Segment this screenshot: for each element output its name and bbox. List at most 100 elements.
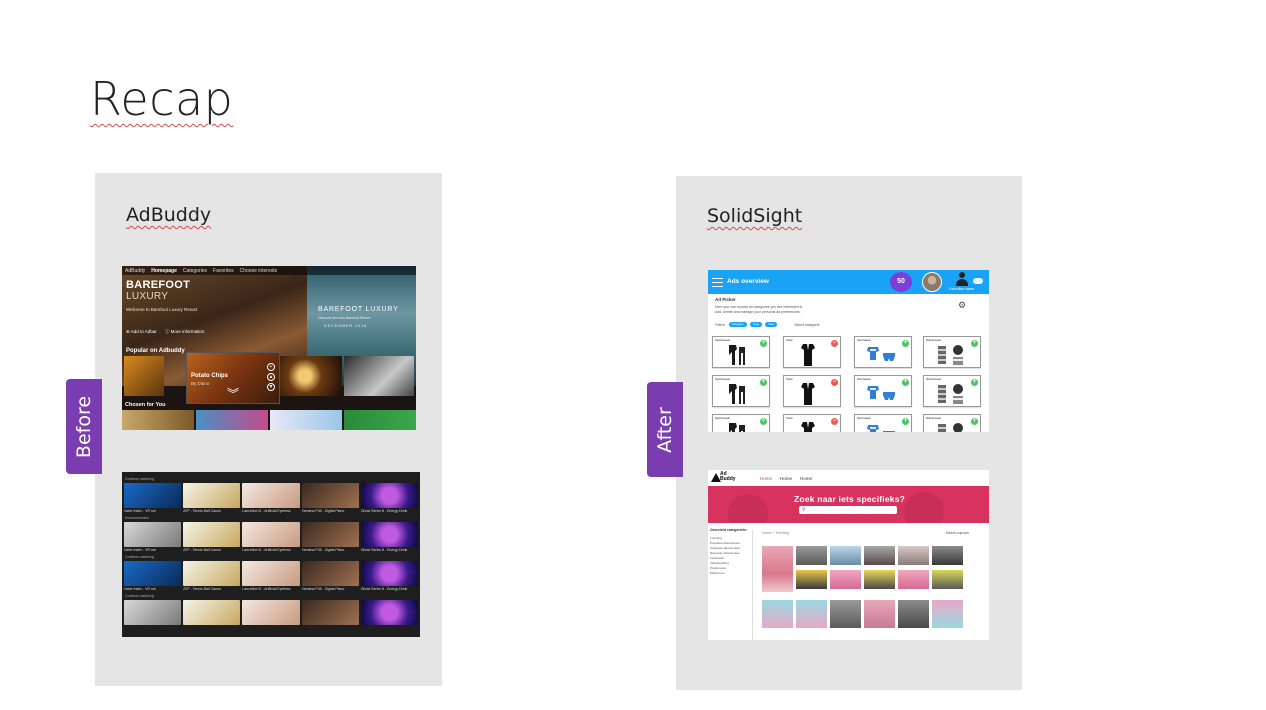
filter-chip[interactable]: Category	[728, 322, 747, 327]
ad-tile[interactable]	[796, 570, 827, 589]
nav-link[interactable]: Home	[800, 476, 812, 481]
ad-tile[interactable]	[830, 570, 861, 589]
ad-card-label: Suits	[786, 377, 793, 381]
ad-card[interactable]: Sportswear +	[712, 336, 770, 368]
add-icon[interactable]: +	[760, 418, 767, 425]
sort-select[interactable]: Meest populair	[946, 531, 969, 535]
video-thumbnail[interactable]	[183, 483, 241, 508]
ad-card[interactable]: Suits −	[783, 375, 841, 407]
video-thumbnail[interactable]	[242, 600, 300, 625]
video-thumbnail[interactable]	[301, 600, 359, 625]
video-thumbnail[interactable]	[242, 483, 300, 508]
ad-card[interactable]: Swimwear +	[854, 336, 912, 368]
ad-thumbnail[interactable]	[270, 410, 342, 430]
gear-icon[interactable]: ⚙	[958, 300, 966, 311]
nav-link[interactable]: Home	[760, 476, 772, 481]
add-icon[interactable]: +	[902, 340, 909, 347]
video-thumbnail[interactable]	[360, 483, 419, 508]
category-select[interactable]: Select categorie:	[794, 323, 820, 327]
add-button[interactable]: ⊕ Add to Adbar	[126, 329, 157, 335]
ad-thumbnail[interactable]	[280, 356, 342, 396]
ad-card[interactable]: Sportswear +	[712, 375, 770, 407]
ad-card[interactable]: Suits −	[783, 414, 841, 432]
add-icon[interactable]: +	[902, 418, 909, 425]
ad-card[interactable]: Winterwear +	[923, 336, 981, 368]
ad-tile[interactable]	[932, 600, 963, 628]
chevron-down-icon[interactable]: ︾	[227, 388, 239, 400]
nav-choose-interests[interactable]: Choose interests	[240, 268, 278, 274]
video-thumbnail[interactable]	[124, 561, 182, 586]
ad-tile[interactable]	[932, 546, 963, 565]
video-thumbnail[interactable]	[242, 522, 300, 547]
video-thumbnail[interactable]	[183, 522, 241, 547]
video-thumbnail[interactable]	[360, 600, 419, 625]
video-thumbnail[interactable]	[301, 561, 359, 586]
add-icon[interactable]: +	[971, 379, 978, 386]
menu-icon[interactable]	[712, 278, 723, 287]
ad-tile[interactable]	[864, 546, 895, 565]
ad-thumbnail[interactable]	[122, 410, 194, 430]
video-thumbnail[interactable]	[242, 561, 300, 586]
ad-tile[interactable]	[830, 546, 861, 565]
ad-tile[interactable]	[796, 600, 827, 628]
product-image	[794, 421, 824, 432]
ad-card[interactable]: Suits −	[783, 336, 841, 368]
thumbs-down-icon[interactable]: ▼	[267, 383, 275, 391]
ad-tile[interactable]	[796, 546, 827, 565]
add-icon[interactable]: +	[760, 340, 767, 347]
remove-icon[interactable]: −	[831, 340, 838, 347]
ad-tile[interactable]	[864, 600, 895, 628]
add-icon[interactable]: +	[971, 418, 978, 425]
video-thumbnail[interactable]	[124, 483, 182, 508]
thumbs-up-icon[interactable]: ▲	[267, 373, 275, 381]
ad-tile[interactable]	[898, 546, 929, 565]
nav-logo[interactable]: AdBuddy	[125, 268, 145, 274]
nav-homepage[interactable]: Homepage	[151, 268, 177, 274]
video-thumbnail[interactable]	[360, 561, 419, 586]
remove-icon[interactable]: −	[831, 379, 838, 386]
logo-text: Ad Buddy	[720, 471, 736, 482]
remove-icon[interactable]: −	[831, 418, 838, 425]
video-thumbnail[interactable]	[183, 561, 241, 586]
nav-categories[interactable]: Categories	[183, 268, 207, 274]
ad-tile-featured[interactable]	[762, 546, 793, 592]
filter-chip[interactable]: Type	[749, 322, 763, 327]
video-thumbnail[interactable]	[301, 522, 359, 547]
ad-card[interactable]: Winterwear +	[923, 375, 981, 407]
nav-link[interactable]: Home	[780, 476, 792, 481]
logo[interactable]: Ad Buddy	[711, 472, 741, 484]
toggle-switch[interactable]	[973, 278, 983, 284]
ad-thumbnail[interactable]	[196, 410, 268, 430]
nav-favorites[interactable]: Favorites	[213, 268, 234, 274]
ad-tile[interactable]	[898, 600, 929, 628]
sidebar-item[interactable]: Platformen	[710, 571, 752, 576]
video-thumbnail[interactable]	[124, 522, 182, 547]
ad-tile[interactable]	[830, 600, 861, 628]
add-icon[interactable]: +	[902, 379, 909, 386]
ad-thumbnail[interactable]	[344, 410, 416, 430]
ad-preview-popup[interactable]: Potato Chips By Dlano + ▲ ▼ ︾	[186, 352, 280, 404]
avatar[interactable]	[922, 272, 942, 292]
add-icon[interactable]: +	[760, 379, 767, 386]
add-icon[interactable]: +	[267, 363, 275, 371]
ad-card[interactable]: Sportswear +	[712, 414, 770, 432]
search-input[interactable]: ⚲	[799, 506, 897, 514]
video-thumbnail[interactable]	[124, 600, 182, 625]
ad-thumbnail[interactable]	[124, 356, 164, 396]
adbuddy-video-grid-screenshot: Continue watching Valve Index - VR set A…	[122, 472, 420, 637]
ad-card[interactable]: Swimwear +	[854, 414, 912, 432]
video-thumbnail[interactable]	[301, 483, 359, 508]
ad-tile[interactable]	[864, 570, 895, 589]
video-thumbnail[interactable]	[360, 522, 419, 547]
user-icon[interactable]	[955, 271, 969, 287]
add-icon[interactable]: +	[971, 340, 978, 347]
ad-card[interactable]: Winterwear +	[923, 414, 981, 432]
ad-thumbnail[interactable]	[344, 356, 414, 396]
ad-tile[interactable]	[762, 600, 793, 628]
ad-card[interactable]: Swimwear +	[854, 375, 912, 407]
filter-chip[interactable]: New	[765, 322, 778, 327]
ad-tile[interactable]	[898, 570, 929, 589]
video-thumbnail[interactable]	[183, 600, 241, 625]
ad-tile[interactable]	[932, 570, 963, 589]
info-button[interactable]: ⓘ More information	[165, 329, 205, 335]
